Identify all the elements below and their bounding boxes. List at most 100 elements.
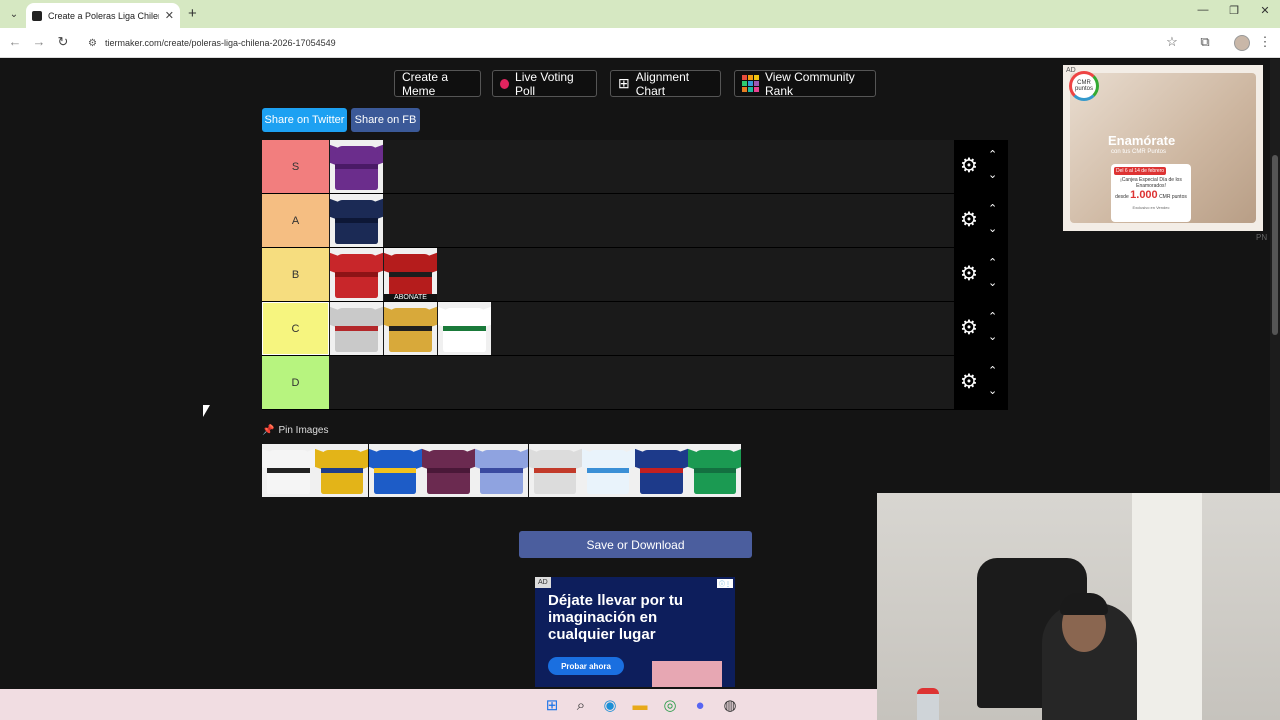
jersey-image[interactable] — [330, 302, 383, 355]
jersey-image[interactable] — [384, 302, 437, 355]
bookmark-star-icon[interactable]: ☆ — [1163, 34, 1181, 50]
chevron-down-icon[interactable]: ⌄ — [988, 330, 997, 343]
jersey-stripe — [693, 467, 737, 474]
discord-icon[interactable]: ● — [690, 695, 710, 715]
tier-label[interactable]: C — [262, 302, 329, 355]
jersey-stripe — [533, 467, 577, 474]
jersey-image[interactable] — [475, 444, 529, 497]
tier-label[interactable]: S — [262, 140, 329, 193]
tier-item[interactable] — [330, 140, 383, 193]
menu-kebab-icon[interactable]: ⋮ — [1256, 34, 1274, 50]
minimize-icon[interactable]: — — [1188, 4, 1218, 16]
tier-label[interactable]: B — [262, 248, 329, 301]
close-window-icon[interactable]: ✕ — [1250, 4, 1280, 17]
windows-start-icon[interactable]: ⊞ — [542, 695, 562, 715]
jersey-image[interactable] — [330, 194, 383, 247]
chevron-up-icon[interactable]: ⌃ — [988, 148, 997, 161]
tier-controls: ⚙ ⌃ ⌄ — [954, 248, 1008, 301]
save-download-button[interactable]: Save or Download — [519, 531, 752, 558]
pool-item[interactable] — [475, 444, 529, 497]
chevron-up-icon[interactable]: ⌃ — [988, 364, 997, 377]
scrollbar-thumb[interactable] — [1272, 155, 1278, 335]
pool-item[interactable] — [635, 444, 689, 497]
gear-icon[interactable]: ⚙ — [960, 210, 978, 230]
pool-item[interactable] — [528, 444, 582, 497]
chrome-icon[interactable]: ◎ — [660, 695, 680, 715]
extensions-icon[interactable]: ⧉ — [1196, 34, 1214, 50]
create-meme-button[interactable]: Create a Meme — [394, 69, 481, 98]
new-tab-icon[interactable]: + — [188, 5, 197, 22]
chevron-up-icon[interactable]: ⌃ — [988, 256, 997, 269]
file-explorer-icon[interactable]: ▬ — [630, 695, 650, 715]
tier-label[interactable]: D — [262, 356, 329, 409]
jersey-stripe — [480, 467, 523, 474]
ad-info-icon[interactable]: ⓘ⋮ — [717, 579, 733, 588]
jersey-image[interactable] — [635, 444, 689, 497]
jersey-image[interactable] — [315, 444, 369, 497]
profile-avatar[interactable] — [1234, 35, 1250, 51]
tier-item[interactable] — [330, 194, 383, 247]
pool-item[interactable] — [421, 444, 475, 497]
ad-banner-right[interactable]: AD CMR puntos Enamórate con tus CMR Punt… — [1063, 65, 1263, 231]
tier-item[interactable] — [330, 302, 383, 355]
colorful-grid-icon — [742, 75, 759, 92]
jersey-image[interactable] — [368, 444, 422, 497]
share-fb-button[interactable]: Share on FB — [351, 108, 420, 132]
jersey-image[interactable]: ABONATE — [384, 248, 437, 301]
chevron-up-icon[interactable]: ⌃ — [988, 202, 997, 215]
chevron-up-icon[interactable]: ⌃ — [988, 310, 997, 323]
live-voting-poll-button[interactable]: Live Voting Poll — [492, 70, 597, 98]
site-info-icon[interactable]: ⚙ — [88, 38, 97, 49]
ad-banner-bottom[interactable]: AD ⓘ⋮ Déjate llevar por tu imaginación e… — [535, 577, 735, 687]
jersey-image[interactable] — [528, 444, 582, 497]
tier-item[interactable]: ABONATE — [384, 248, 437, 301]
address-bar[interactable]: ⚙ tiermaker.com/create/poleras-liga-chil… — [80, 32, 1190, 54]
chevron-down-icon[interactable]: ⌄ — [988, 168, 997, 181]
reload-icon[interactable]: ↻ — [54, 34, 72, 50]
pool-item[interactable] — [315, 444, 369, 497]
ad-cta-button[interactable]: Probar ahora — [548, 657, 624, 675]
jersey-image[interactable] — [330, 248, 383, 301]
jersey-image[interactable] — [262, 444, 315, 497]
tier-item[interactable] — [330, 248, 383, 301]
jersey-image[interactable] — [421, 444, 475, 497]
gear-icon[interactable]: ⚙ — [960, 318, 978, 338]
pool-item[interactable] — [581, 444, 635, 497]
tier-row-s[interactable]: S ⚙ ⌃ ⌄ — [262, 140, 1008, 194]
tab-dropdown-icon[interactable]: ⌄ — [6, 6, 22, 22]
chevron-down-icon[interactable]: ⌄ — [988, 222, 997, 235]
edge-icon[interactable]: ◉ — [600, 695, 620, 715]
search-icon[interactable]: ⌕ — [571, 695, 591, 715]
webcam-bottle — [917, 688, 939, 720]
share-twitter-button[interactable]: Share on Twitter — [262, 108, 347, 132]
back-icon[interactable]: ← — [6, 34, 24, 49]
alignment-chart-button[interactable]: ⊞ Alignment Chart — [610, 70, 721, 98]
jersey-image[interactable] — [438, 302, 491, 355]
gear-icon[interactable]: ⚙ — [960, 264, 978, 284]
gear-icon[interactable]: ⚙ — [960, 156, 978, 176]
obs-icon[interactable]: ◍ — [720, 695, 740, 715]
close-icon[interactable]: ✕ — [165, 9, 174, 22]
view-community-rank-button[interactable]: View Community Rank — [734, 70, 876, 98]
tier-item[interactable] — [384, 302, 437, 355]
pool-item[interactable] — [262, 444, 315, 497]
pool-item[interactable] — [368, 444, 422, 497]
pool-item[interactable] — [688, 444, 742, 497]
chevron-down-icon[interactable]: ⌄ — [988, 384, 997, 397]
create-meme-label: Create a Meme — [402, 69, 449, 98]
jersey-image[interactable] — [330, 140, 383, 193]
chevron-down-icon[interactable]: ⌄ — [988, 276, 997, 289]
tier-row-c[interactable]: C ⚙ ⌃ ⌄ — [262, 302, 1008, 356]
restore-icon[interactable]: ❐ — [1219, 4, 1249, 17]
tier-row-b[interactable]: B ABONATE ⚙ ⌃ ⌄ — [262, 248, 1008, 302]
forward-icon[interactable]: → — [30, 34, 48, 49]
gear-icon[interactable]: ⚙ — [960, 372, 978, 392]
tier-item[interactable] — [438, 302, 491, 355]
tier-row-a[interactable]: A ⚙ ⌃ ⌄ — [262, 194, 1008, 248]
jersey-image[interactable] — [688, 444, 742, 497]
jersey-image[interactable] — [581, 444, 635, 497]
tier-row-d[interactable]: D ⚙ ⌃ ⌄ — [262, 356, 1008, 410]
tier-label[interactable]: A — [262, 194, 329, 247]
jersey-stripe — [389, 271, 432, 278]
browser-tab[interactable]: Create a Poleras Liga Chilena 20 ✕ — [26, 3, 180, 28]
